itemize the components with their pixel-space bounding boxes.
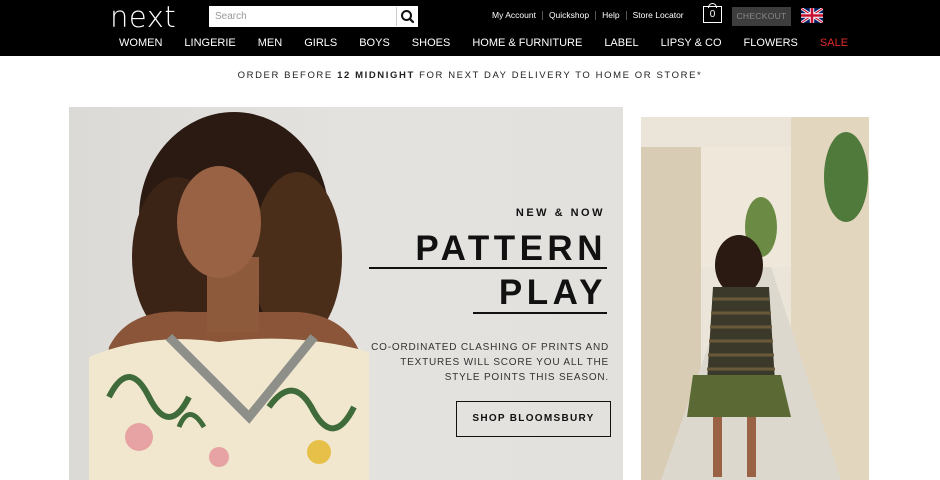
nav-shoes[interactable]: SHOES xyxy=(401,37,462,49)
nav-flowers[interactable]: FLOWERS xyxy=(733,37,809,49)
main-navigation: WOMEN LINGERIE MEN GIRLS BOYS SHOES HOME… xyxy=(108,37,859,49)
delivery-promo-banner[interactable]: ORDER BEFORE 12 MIDNIGHT FOR NEXT DAY DE… xyxy=(0,70,940,81)
hero-banner[interactable]: NEW & NOW PATTERN PLAY CO-ORDINATED CLAS… xyxy=(69,107,623,480)
next-logo[interactable]: next xyxy=(110,0,176,34)
my-account-link[interactable]: My Account xyxy=(486,11,542,20)
utility-links: My Account Quickshop Help Store Locator xyxy=(486,11,690,20)
store-locator-link[interactable]: Store Locator xyxy=(625,11,690,20)
help-link[interactable]: Help xyxy=(595,11,625,20)
nav-lingerie[interactable]: LINGERIE xyxy=(173,37,246,49)
nav-label[interactable]: LABEL xyxy=(593,37,649,49)
hero-title-line1: PATTERN xyxy=(415,229,607,268)
search-input[interactable] xyxy=(210,7,396,26)
nav-lipsy-co[interactable]: LIPSY & CO xyxy=(650,37,733,49)
hero-model-image xyxy=(89,112,369,480)
uk-flag-icon[interactable] xyxy=(801,8,823,23)
hero-title-line2: PLAY xyxy=(498,273,607,312)
search-box xyxy=(209,6,418,27)
shopping-bag-count[interactable]: 0 xyxy=(703,6,722,23)
nav-women[interactable]: WOMEN xyxy=(108,37,173,49)
search-icon xyxy=(401,10,415,24)
street-model-image xyxy=(641,117,869,480)
checkout-button[interactable]: CHECKOUT xyxy=(732,7,791,26)
side-promo-image[interactable] xyxy=(641,117,869,480)
hero-description: CO-ORDINATED CLASHING OF PRINTS AND TEXT… xyxy=(371,342,609,383)
search-button[interactable] xyxy=(396,7,417,26)
quickshop-link[interactable]: Quickshop xyxy=(541,11,595,20)
nav-sale[interactable]: SALE xyxy=(809,37,859,49)
nav-home-furniture[interactable]: HOME & FURNITURE xyxy=(461,37,593,49)
hero-tagline: NEW & NOW xyxy=(515,207,605,219)
promo-text-after: FOR NEXT DAY DELIVERY TO HOME OR STORE* xyxy=(414,70,703,81)
promo-text-before: ORDER BEFORE xyxy=(237,70,338,81)
nav-men[interactable]: MEN xyxy=(247,37,293,49)
shop-bloomsbury-button[interactable]: SHOP BLOOMSBURY xyxy=(456,401,611,437)
nav-boys[interactable]: BOYS xyxy=(348,37,401,49)
header: next My Account Quickshop Help Store Loc… xyxy=(0,0,940,56)
promo-highlight: 12 MIDNIGHT xyxy=(337,70,415,81)
hero-divider xyxy=(369,267,607,269)
nav-girls[interactable]: GIRLS xyxy=(293,37,348,49)
hero-divider xyxy=(473,312,607,314)
